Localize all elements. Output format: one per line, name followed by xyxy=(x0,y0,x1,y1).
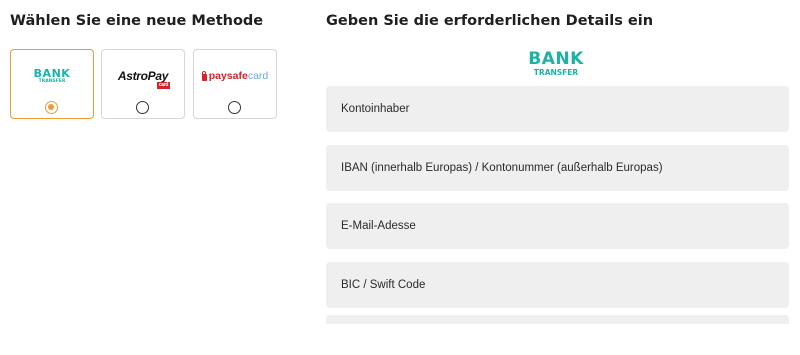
method-card-paysafecard[interactable]: paysafecard xyxy=(193,49,277,119)
bic-swift-field[interactable]: BIC / Swift Code xyxy=(326,262,789,308)
choose-method-heading: Wählen Sie eine neue Methode xyxy=(10,13,264,29)
astropay-logo-text: AstroPay xyxy=(117,69,169,83)
details-heading: Geben Sie die erforderlichen Details ein xyxy=(326,13,654,29)
method-card-bank-transfer[interactable]: BANK TRANSFER xyxy=(10,49,94,119)
astropay-logo: AstroPay card xyxy=(102,66,184,89)
bank-transfer-logo: BANK TRANSFER xyxy=(11,66,93,86)
bank-logo-line2: TRANSFER xyxy=(38,78,66,84)
header-logo-line1: BANK xyxy=(528,49,584,69)
method-card-astropay[interactable]: AstroPay card xyxy=(101,49,185,119)
paysafecard-logo: paysafecard xyxy=(194,66,276,86)
header-logo-line2: TRANSFER xyxy=(533,68,579,77)
bank-logo-line1: BANK xyxy=(33,66,71,80)
radio-unchecked-icon[interactable] xyxy=(228,101,241,114)
iban-placeholder: IBAN (innerhalb Europas) / Kontonummer (… xyxy=(341,162,663,174)
email-field[interactable]: E-Mail-Adesse xyxy=(326,203,789,249)
account-holder-field[interactable]: Kontoinhaber xyxy=(326,86,789,132)
next-field-partial[interactable] xyxy=(326,315,789,324)
email-placeholder: E-Mail-Adesse xyxy=(341,220,416,232)
astropay-card-badge: card xyxy=(156,82,171,89)
lock-icon xyxy=(201,70,207,81)
paysafe-logo-text: paysafe xyxy=(208,70,248,82)
paysafe-card-text: card xyxy=(247,70,269,82)
radio-unchecked-icon[interactable] xyxy=(136,101,149,114)
account-holder-placeholder: Kontoinhaber xyxy=(341,103,410,115)
radio-dot xyxy=(48,104,54,110)
bank-transfer-header-logo: BANK TRANSFER xyxy=(520,51,592,77)
radio-checked-icon[interactable] xyxy=(45,101,58,114)
bic-swift-placeholder: BIC / Swift Code xyxy=(341,279,426,291)
iban-field[interactable]: IBAN (innerhalb Europas) / Kontonummer (… xyxy=(326,145,789,191)
